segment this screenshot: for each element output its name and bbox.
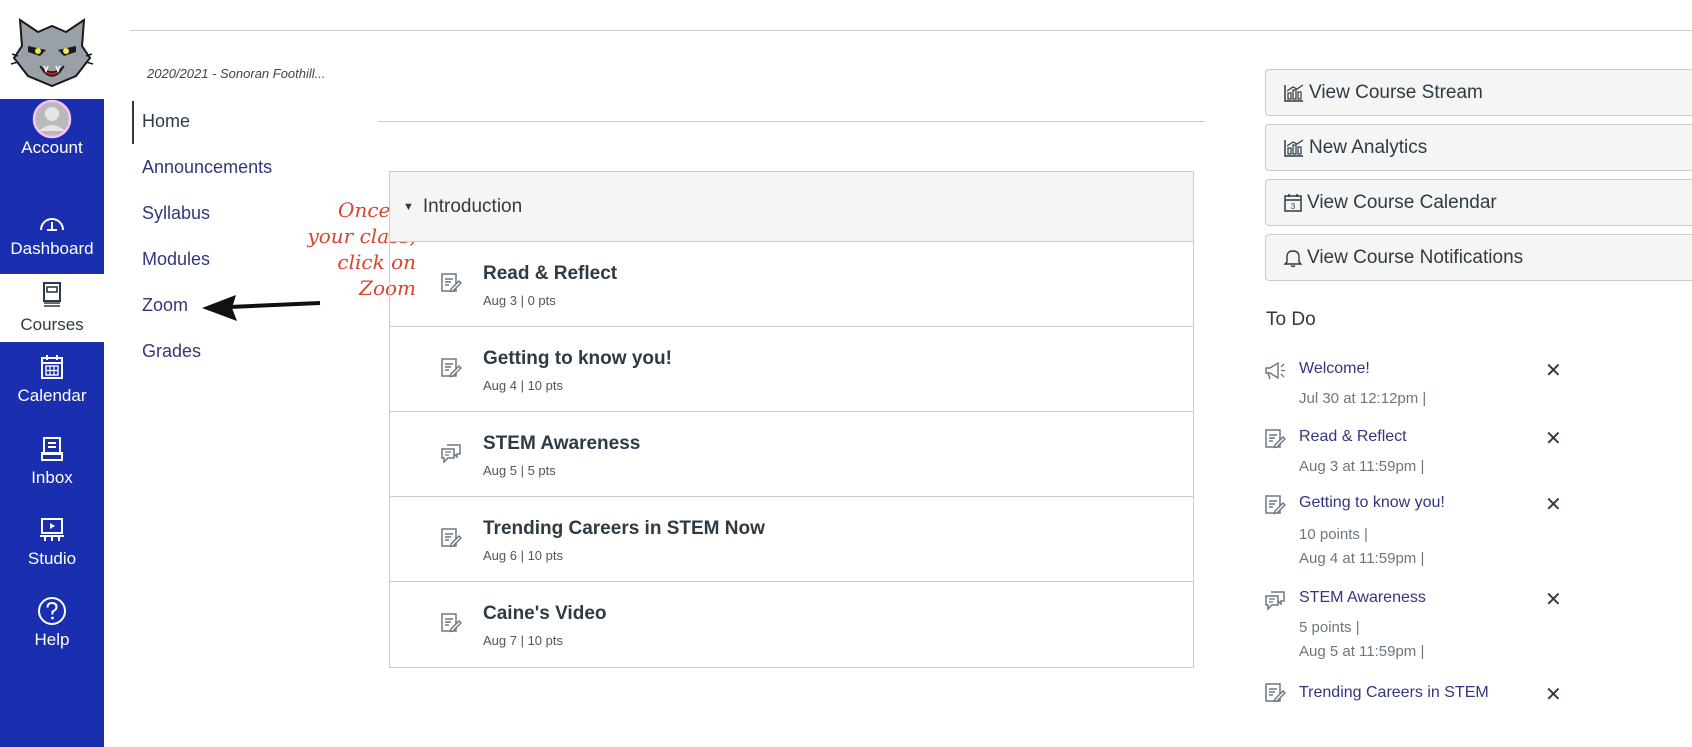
dismiss-icon[interactable]: ✕ bbox=[1545, 426, 1562, 451]
module-item-meta: Aug 5 | 5 pts bbox=[483, 463, 556, 478]
assignment-icon bbox=[1264, 682, 1286, 709]
module-header[interactable]: ▼ Introduction bbox=[390, 172, 1193, 242]
dismiss-icon[interactable]: ✕ bbox=[1545, 492, 1562, 517]
bell-icon bbox=[1283, 248, 1303, 268]
nav-inbox[interactable]: Inbox bbox=[0, 434, 104, 494]
avatar-icon bbox=[32, 99, 72, 139]
nav-courses-label: Courses bbox=[20, 315, 84, 334]
assignment-icon bbox=[440, 272, 462, 299]
inbox-icon bbox=[40, 434, 64, 464]
module-item-title[interactable]: Getting to know you! bbox=[483, 348, 672, 370]
module-item-title[interactable]: Read & Reflect bbox=[483, 263, 617, 285]
assignment-icon bbox=[440, 527, 462, 554]
nav-inbox-label: Inbox bbox=[31, 468, 73, 487]
course-nav-announcements[interactable]: Announcements bbox=[142, 157, 272, 178]
module-item[interactable]: Trending Careers in STEM Now Aug 6 | 10 … bbox=[390, 497, 1193, 582]
new-analytics-button[interactable]: New Analytics bbox=[1265, 124, 1692, 171]
view-course-notifications-button[interactable]: View Course Notifications bbox=[1265, 234, 1692, 281]
dashboard-icon bbox=[38, 207, 66, 237]
module-item-meta: Aug 3 | 0 pts bbox=[483, 293, 556, 308]
module-item-title[interactable]: Trending Careers in STEM Now bbox=[483, 518, 765, 540]
course-nav-grades[interactable]: Grades bbox=[142, 341, 201, 362]
course-nav-syllabus[interactable]: Syllabus bbox=[142, 203, 210, 224]
nav-help-label: Help bbox=[34, 630, 70, 649]
nav-dashboard[interactable]: Dashboard bbox=[0, 207, 104, 267]
analytics-icon bbox=[1283, 138, 1305, 158]
view-course-calendar-label: View Course Calendar bbox=[1307, 191, 1497, 213]
svg-text:3: 3 bbox=[1291, 202, 1296, 211]
announcement-icon bbox=[1264, 360, 1286, 385]
view-course-stream-label: View Course Stream bbox=[1309, 81, 1483, 103]
nav-dashboard-label: Dashboard bbox=[10, 239, 94, 258]
assignment-icon bbox=[440, 612, 462, 639]
module-title: Introduction bbox=[422, 195, 523, 217]
todo-link[interactable]: Getting to know you! bbox=[1299, 494, 1445, 512]
caret-down-icon: ▼ bbox=[403, 200, 414, 213]
todo-link[interactable]: Trending Careers in STEM bbox=[1299, 684, 1489, 702]
courses-icon bbox=[42, 279, 62, 309]
help-icon bbox=[37, 596, 67, 626]
dismiss-icon[interactable]: ✕ bbox=[1545, 358, 1562, 383]
module-item-meta: Aug 7 | 10 pts bbox=[483, 633, 563, 648]
calendar-icon bbox=[40, 352, 64, 382]
module-item[interactable]: Caine's Video Aug 7 | 10 pts bbox=[390, 582, 1193, 667]
assignment-icon bbox=[1264, 494, 1286, 521]
course-nav-home[interactable]: Home bbox=[142, 111, 190, 132]
module-item[interactable]: Getting to know you! Aug 4 | 10 pts bbox=[390, 327, 1193, 412]
todo-item: Trending Careers in STEM ✕ bbox=[1262, 682, 1692, 747]
todo-link[interactable]: Welcome! bbox=[1299, 360, 1370, 378]
nav-calendar[interactable]: Calendar bbox=[0, 352, 104, 412]
annotation-arrow-icon bbox=[202, 295, 321, 321]
discussion-icon bbox=[440, 442, 462, 469]
module-item[interactable]: STEM Awareness Aug 5 | 5 pts bbox=[390, 412, 1193, 497]
dismiss-icon[interactable]: ✕ bbox=[1545, 682, 1562, 707]
header-divider bbox=[130, 30, 1692, 31]
new-analytics-label: New Analytics bbox=[1309, 136, 1428, 158]
global-nav: Account Dashboard Courses Calendar Inbox… bbox=[0, 0, 104, 747]
dismiss-icon[interactable]: ✕ bbox=[1545, 587, 1562, 612]
nav-studio-label: Studio bbox=[27, 549, 77, 568]
nav-account-label: Account bbox=[21, 138, 83, 157]
module-item-title[interactable]: Caine's Video bbox=[483, 603, 607, 625]
course-nav-active-indicator bbox=[132, 101, 134, 144]
todo-detail: 10 points | bbox=[1299, 526, 1368, 543]
breadcrumb[interactable]: 2020/2021 - Sonoran Foothill... bbox=[147, 66, 326, 81]
nav-help[interactable]: Help bbox=[0, 596, 104, 656]
module-introduction: ▼ Introduction Read & Reflect Aug 3 | 0 … bbox=[389, 171, 1194, 668]
todo-detail: Aug 3 at 11:59pm | bbox=[1299, 458, 1425, 475]
home-divider bbox=[378, 121, 1205, 122]
wildcat-logo-icon bbox=[10, 18, 94, 88]
nav-courses[interactable]: Courses bbox=[0, 274, 104, 342]
module-item[interactable]: Read & Reflect Aug 3 | 0 pts bbox=[390, 242, 1193, 327]
nav-calendar-label: Calendar bbox=[17, 386, 87, 405]
course-nav-zoom[interactable]: Zoom bbox=[142, 295, 188, 316]
todo-detail: Aug 4 at 11:59pm | bbox=[1299, 550, 1425, 567]
todo-detail: Aug 5 at 11:59pm | bbox=[1299, 643, 1425, 660]
todo-detail: 5 points | bbox=[1299, 619, 1360, 636]
calendar-icon: 3 bbox=[1283, 193, 1303, 213]
view-course-calendar-button[interactable]: 3 View Course Calendar bbox=[1265, 179, 1692, 226]
assignment-icon bbox=[1264, 428, 1286, 455]
module-item-meta: Aug 6 | 10 pts bbox=[483, 548, 563, 563]
nav-studio[interactable]: Studio bbox=[0, 515, 104, 575]
analytics-icon bbox=[1283, 83, 1305, 103]
module-item-title[interactable]: STEM Awareness bbox=[483, 433, 640, 455]
course-nav-modules[interactable]: Modules bbox=[142, 249, 210, 270]
todo-heading: To Do bbox=[1266, 309, 1316, 330]
discussion-icon bbox=[1264, 589, 1286, 616]
todo-link[interactable]: Read & Reflect bbox=[1299, 428, 1407, 446]
todo-detail: Jul 30 at 12:12pm | bbox=[1299, 390, 1427, 407]
view-course-notifications-label: View Course Notifications bbox=[1307, 246, 1524, 268]
view-course-stream-button[interactable]: View Course Stream bbox=[1265, 69, 1692, 116]
nav-account[interactable]: Account bbox=[0, 99, 104, 164]
school-logo[interactable] bbox=[0, 0, 104, 96]
studio-icon bbox=[39, 515, 65, 545]
module-item-meta: Aug 4 | 10 pts bbox=[483, 378, 563, 393]
assignment-icon bbox=[440, 357, 462, 384]
todo-link[interactable]: STEM Awareness bbox=[1299, 589, 1426, 607]
